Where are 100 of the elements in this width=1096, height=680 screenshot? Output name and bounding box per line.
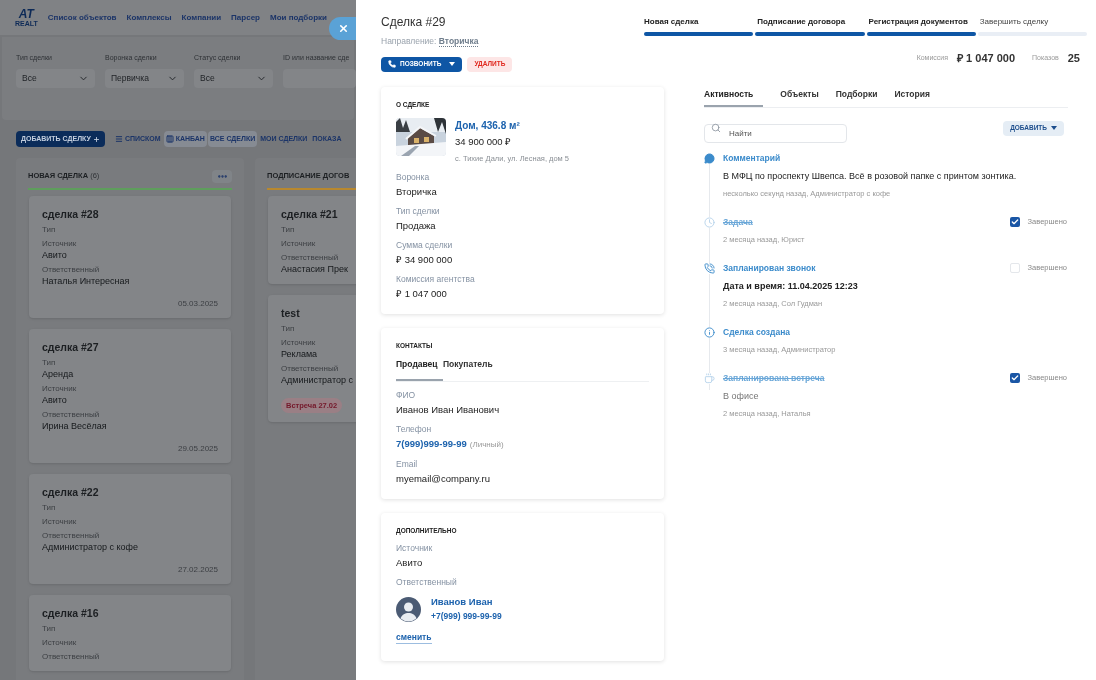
activity-tab[interactable]: Подборки	[835, 88, 878, 107]
field-label: Ответственный	[281, 363, 340, 374]
field-label: Тип	[42, 623, 57, 634]
close-button[interactable]	[329, 17, 356, 40]
deal-date: 27.02.2025	[177, 565, 218, 575]
deal-title: сделка #22	[42, 485, 100, 499]
activity-title[interactable]: Комментарий	[723, 151, 781, 164]
nav-link[interactable]: Список объектов	[47, 11, 117, 24]
deal-title: сделка #21	[281, 207, 339, 221]
field-label: Ответственный	[396, 577, 458, 587]
field-label: Воронка	[396, 172, 431, 183]
checkbox[interactable]	[1009, 216, 1020, 227]
field-value: myemail@company.ru	[396, 472, 490, 485]
field-label: Источник	[281, 238, 317, 249]
activity-title[interactable]: Запланирован звонок	[723, 261, 816, 274]
field-label: Тип	[42, 502, 57, 513]
activity-title[interactable]: Сделка создана	[723, 325, 791, 338]
nav-link[interactable]: Компании	[181, 11, 222, 24]
contact-tab[interactable]: Покупатель	[443, 358, 502, 381]
checkbox[interactable]	[1009, 372, 1020, 383]
activity-text: В офисе	[723, 389, 760, 402]
field-value: Ирина Весёлая	[42, 420, 108, 432]
field-value: Авито	[396, 556, 424, 569]
caret-icon	[449, 62, 456, 67]
responsible-link[interactable]: Иванов Иван	[431, 595, 502, 608]
contact-tab[interactable]: Продавец	[396, 358, 443, 381]
search-field[interactable]	[283, 68, 356, 88]
stage-step[interactable]: Подписание договора	[755, 16, 865, 36]
field-value: ₽ 34 900 000	[396, 253, 454, 267]
deal-card[interactable]: сделка #21 Тип Источник Ответственный Анастасия Прек	[268, 196, 356, 284]
phone-link[interactable]: 7(999)999-99-99	[396, 437, 467, 450]
field-label: Ответственный	[42, 530, 101, 541]
cup-icon	[704, 372, 715, 384]
field-label: Комиссия агентства	[396, 274, 476, 285]
nav-link[interactable]: Комплексы	[126, 11, 172, 24]
commission-value: ₽ 1 047 000	[957, 51, 1016, 66]
deal-title: test	[281, 306, 301, 320]
field-label: ФИО	[396, 390, 417, 400]
deal-date: 29.05.2025	[177, 444, 218, 454]
avatar-icon	[396, 596, 421, 622]
phone-link[interactable]: +7(999) 999-99-99	[431, 610, 502, 623]
field-label: Сумма сделки	[396, 240, 454, 251]
info-icon	[704, 326, 715, 338]
deal-title: сделка #28	[42, 207, 100, 221]
list-icon	[114, 135, 123, 143]
check-icon	[1010, 217, 1019, 226]
activity-text: Дата и время: 11.04.2025 12:23	[723, 279, 859, 292]
field-value: Анастасия Прек	[281, 263, 349, 275]
deal-card[interactable]: сделка #27 Тип Аренда Источник Авито Ответственный Ирина Весёлая 29.05.2025	[29, 329, 231, 463]
deal-card[interactable]: сделка #22 Тип Источник Ответственный Администратор с кофе 27.02.2025	[29, 474, 231, 584]
field-label: Тип	[42, 224, 57, 235]
search-field[interactable]: Найти	[704, 123, 847, 143]
clock-icon	[704, 216, 715, 228]
phone-icon	[388, 60, 396, 69]
deal-card[interactable]: сделка #16 Тип Источник Ответственный	[29, 595, 231, 671]
field-value: Вторичка	[396, 185, 438, 199]
chat-bubble-icon	[704, 152, 715, 164]
change-link[interactable]: сменить	[396, 632, 432, 644]
activity-tab[interactable]: Активность	[704, 88, 764, 107]
deal-date: 05.03.2025	[177, 299, 218, 309]
field-label: Ответственный	[42, 651, 101, 662]
field-label: Email	[396, 459, 419, 469]
deal-card[interactable]: сделка #28 Тип Источник Авито Ответственный Наталья Интересная 05.03.2025	[29, 196, 231, 318]
filter-select[interactable]: Первичка	[105, 68, 184, 88]
activity-tab[interactable]: Объекты	[780, 88, 819, 107]
field-label: Источник	[42, 238, 78, 249]
activity-title[interactable]: Запланирована встреча	[723, 371, 825, 384]
phone-icon	[704, 262, 715, 274]
activity-tab[interactable]: История	[894, 88, 930, 107]
field-value: Авито	[42, 249, 68, 261]
field-label: Источник	[42, 516, 78, 527]
field-value: Авито	[42, 394, 68, 406]
field-label: Телефон	[396, 424, 433, 434]
stage-step[interactable]: Регистрация документов	[866, 16, 976, 36]
filter-select[interactable]: Все	[194, 68, 273, 88]
field-label: Ответственный	[281, 252, 340, 263]
object-price: 34 900 000 ₽	[455, 134, 513, 149]
deal-title: сделка #16	[42, 606, 100, 620]
plus-icon	[92, 135, 100, 143]
field-label: Ответственный	[42, 264, 101, 275]
stage-step[interactable]: Завершить сделку	[977, 16, 1087, 36]
nav-link[interactable]: Мои подборки	[269, 11, 327, 24]
stage-step[interactable]: Новая сделка	[644, 16, 754, 36]
object-link[interactable]: Дом, 436.8 м²	[455, 117, 569, 133]
checkbox[interactable]	[1009, 262, 1020, 273]
activity-title[interactable]: Задача	[723, 215, 753, 228]
more-button[interactable]	[212, 169, 232, 183]
filter-select[interactable]: Все	[16, 68, 95, 88]
nav-link[interactable]: Парсер	[231, 11, 260, 24]
field-value: Продажа	[396, 219, 437, 233]
field-label: Источник	[281, 337, 317, 348]
direction-text: Направление: Вторичка	[381, 35, 480, 48]
drawer-title: Сделка #29	[381, 14, 447, 31]
search-icon	[711, 123, 721, 134]
field-value: Реклама	[281, 348, 319, 360]
field-value: Иванов Иван Иванович	[396, 403, 500, 416]
views-value: 25	[1067, 51, 1080, 66]
close-icon	[338, 23, 349, 34]
field-label: Источник	[42, 383, 78, 394]
field-label: Источник	[396, 543, 434, 553]
